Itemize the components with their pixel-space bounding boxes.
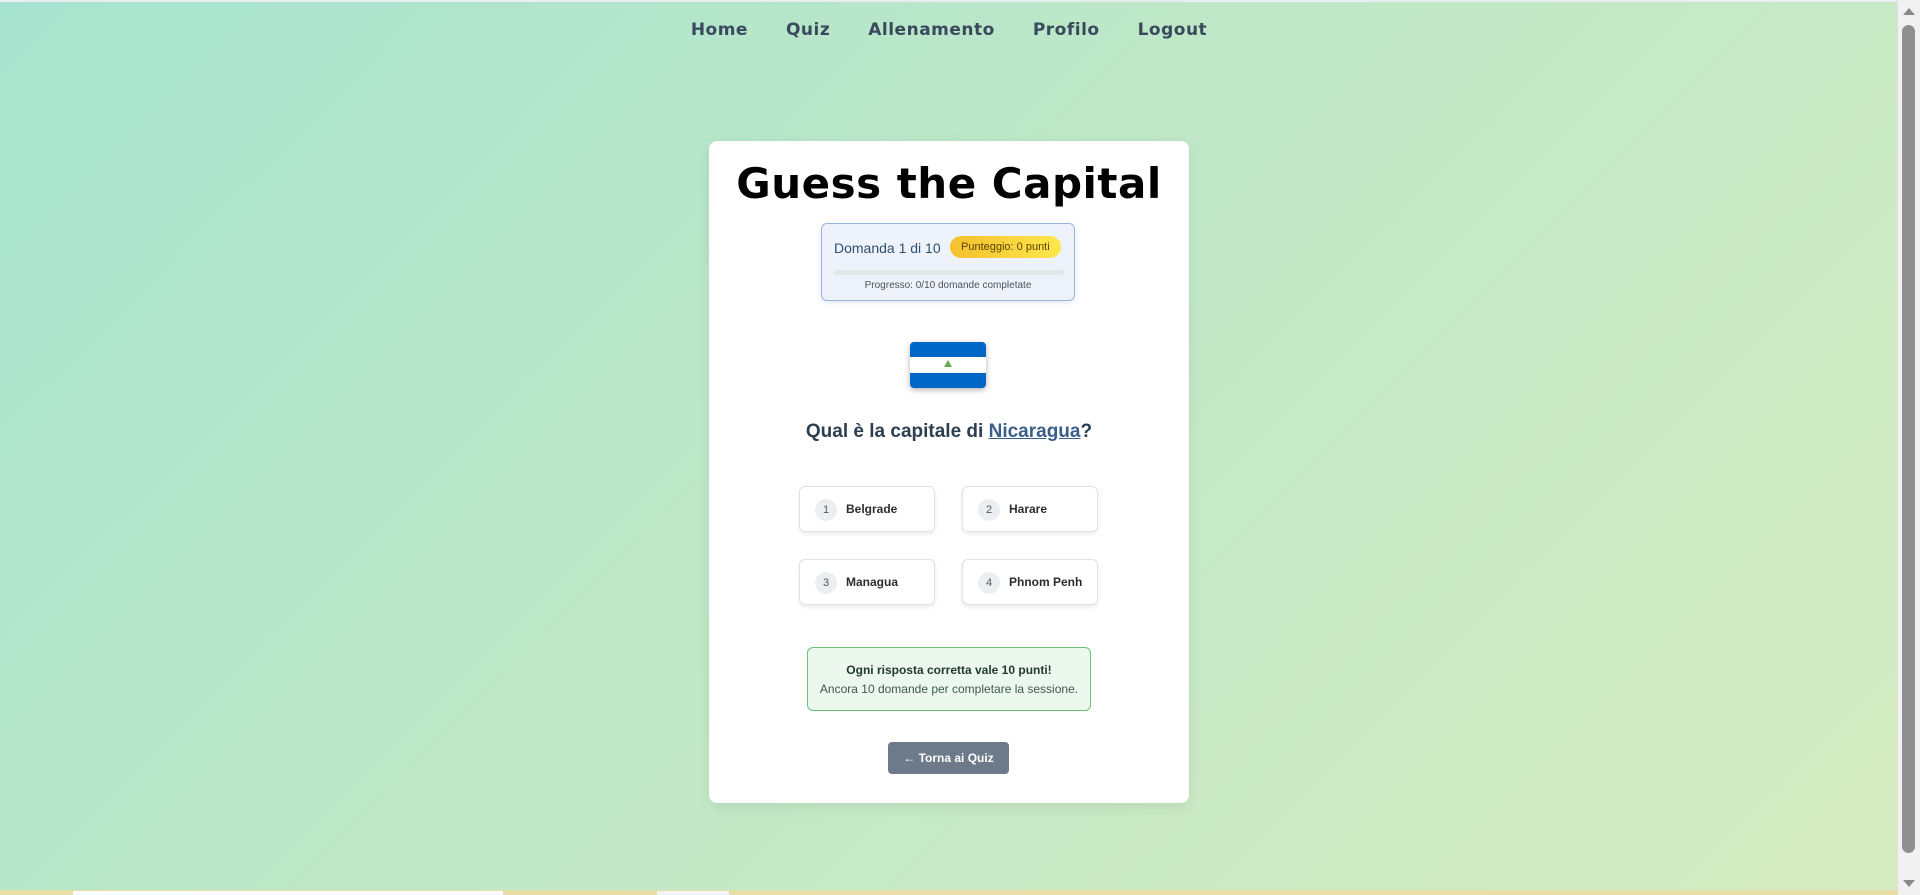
option-label: Phnom Penh xyxy=(1009,575,1083,589)
flag-stripe-bottom xyxy=(910,372,986,388)
option-label: Managua xyxy=(846,575,899,589)
answer-option-2[interactable]: 2 Harare xyxy=(962,486,1098,532)
option-label: Belgrade xyxy=(846,502,898,516)
info-subtitle: Ancora 10 domande per completare la sess… xyxy=(819,682,1079,696)
main-nav: Home Quiz Allenamento Profilo Logout xyxy=(0,20,1898,40)
score-badge: Punteggio: 0 punti xyxy=(950,236,1061,258)
country-link[interactable]: Nicaragua xyxy=(989,421,1081,442)
nav-quiz[interactable]: Quiz xyxy=(786,20,830,40)
scrollbar-thumb[interactable] xyxy=(1902,25,1915,853)
taskbar-item xyxy=(657,891,729,895)
answer-option-4[interactable]: 4 Phnom Penh xyxy=(962,559,1098,605)
option-label: Harare xyxy=(1009,502,1048,516)
question-prefix: Qual è la capitale di xyxy=(805,421,989,442)
quiz-title: Guess the Capital xyxy=(736,159,1162,208)
country-flag xyxy=(910,342,986,388)
answer-option-1[interactable]: 1 Belgrade xyxy=(799,486,935,532)
option-number: 2 xyxy=(978,499,1000,521)
question-counter: Domanda 1 di 10 xyxy=(834,240,941,256)
scroll-down-arrow-icon[interactable] xyxy=(1903,880,1915,887)
vertical-scrollbar[interactable] xyxy=(1897,0,1920,895)
progress-bar xyxy=(834,270,1064,275)
option-number: 4 xyxy=(978,572,1000,594)
flag-stripe-top xyxy=(910,342,986,358)
nav-profilo[interactable]: Profilo xyxy=(1033,20,1100,40)
scroll-up-arrow-icon[interactable] xyxy=(1903,8,1915,15)
nav-logout[interactable]: Logout xyxy=(1138,20,1208,40)
back-to-quiz-button[interactable]: ← Torna ai Quiz xyxy=(888,742,1009,774)
flag-emblem-icon xyxy=(944,360,952,368)
nav-allenamento[interactable]: Allenamento xyxy=(868,20,995,40)
question-text: Qual è la capitale di Nicaragua? xyxy=(709,421,1189,443)
answer-option-3[interactable]: 3 Managua xyxy=(799,559,935,605)
taskbar-item xyxy=(73,891,503,895)
question-suffix: ? xyxy=(1080,421,1093,442)
top-border xyxy=(0,0,1898,2)
points-info-box: Ogni risposta corretta vale 10 punti! An… xyxy=(807,647,1091,711)
quiz-card: Guess the Capital Domanda 1 di 10 Punteg… xyxy=(709,141,1189,803)
nav-home[interactable]: Home xyxy=(691,20,748,40)
option-number: 1 xyxy=(815,499,837,521)
progress-panel: Domanda 1 di 10 Punteggio: 0 punti Progr… xyxy=(821,223,1075,301)
flag-stripe-middle xyxy=(910,357,986,373)
option-number: 3 xyxy=(815,572,837,594)
info-title: Ogni risposta corretta vale 10 punti! xyxy=(846,663,1052,677)
progress-text: Progresso: 0/10 domande completate xyxy=(864,280,1032,291)
